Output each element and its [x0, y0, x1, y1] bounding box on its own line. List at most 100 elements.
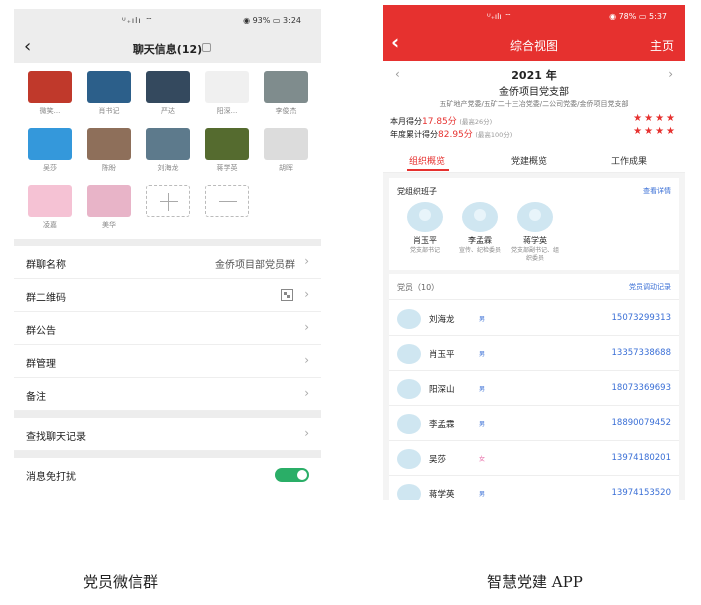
search-history-row[interactable]: 查找聊天记录 ›	[14, 418, 321, 451]
member-row[interactable]: 阳深山 男 18073369693	[389, 371, 679, 406]
month-score: 17.85分	[422, 117, 457, 127]
year-stars-icon: ★★★★	[633, 126, 677, 137]
year-score-row: 年度累计得分82.95分 (最高100分)	[390, 130, 513, 140]
member-item[interactable]: 李俊杰	[264, 71, 308, 116]
avatar	[397, 379, 421, 399]
phone-number[interactable]: 13974180201	[612, 453, 672, 463]
search-history-label: 查找聊天记录	[26, 432, 86, 443]
tab-work-results[interactable]: 工作成果	[611, 154, 647, 167]
member-row[interactable]: 吴莎 女 13974180201	[389, 441, 679, 476]
gender-badge: 男	[479, 386, 486, 393]
home-link[interactable]: 主页	[650, 37, 674, 54]
tab-bar: 组织概览 党建概览 工作成果	[383, 147, 685, 173]
remove-member-button[interactable]	[205, 185, 249, 217]
member-name: 蒋学英	[216, 164, 238, 172]
group-notice-row[interactable]: 群公告 ›	[14, 312, 321, 345]
transfer-records-link[interactable]: 党员调动记录	[629, 282, 671, 292]
member-item[interactable]: 微笑...	[28, 71, 72, 116]
member-row[interactable]: 蒋学英 男 13974153520	[389, 476, 679, 500]
avatar	[462, 202, 498, 232]
member-item[interactable]: 肖书记	[87, 71, 131, 116]
avatar	[146, 128, 190, 160]
party-app-screen: ᵁ₊ılı ⌔ ◉ 78% ▭ 5:37 ‹ 综合视图 主页 ‹ › 2021 …	[383, 5, 685, 500]
member-row[interactable]: 肖玉平 男 13357338688	[389, 336, 679, 371]
member-item[interactable]: 凌嘉	[28, 185, 72, 230]
gender-badge: 男	[479, 421, 486, 428]
avatar	[87, 71, 131, 103]
member-item[interactable]: 美华	[87, 185, 131, 230]
leader-card[interactable]: 蒋学英 党支部副书记、组织委员	[509, 202, 561, 263]
year-score: 82.95分	[438, 130, 473, 140]
gender-badge: 男	[479, 351, 486, 358]
member-name: 胡晖	[279, 164, 293, 172]
member-list-header: 党员（10） 党员调动记录	[389, 274, 679, 300]
score-summary: ‹ › 2021 年 金侨项目党支部 五矿地产党委/五矿二十三冶党委/二公司党委…	[383, 61, 685, 147]
phone-number[interactable]: 13974153520	[612, 488, 672, 498]
avatar	[205, 71, 249, 103]
member-name: 刘海龙	[429, 315, 455, 325]
member-item[interactable]: 吴莎	[28, 128, 72, 173]
party-member-list: 党员（10） 党员调动记录 刘海龙男 15073299313 肖玉平男 1335733…	[389, 274, 679, 500]
add-member-button[interactable]	[146, 185, 190, 217]
member-grid: 微笑... 肖书记 严达 阳深... 李俊杰吴莎 陈盼 刘海龙 蒋学英 胡晖凌嘉 美华	[14, 63, 321, 239]
group-name-row[interactable]: 群聊名称 金侨项目部党员群 ›	[14, 246, 321, 279]
member-name: 阳深...	[216, 107, 238, 115]
phone-number[interactable]: 18073369693	[612, 383, 672, 393]
member-item[interactable]: 刘海龙	[146, 128, 190, 173]
avatar	[264, 128, 308, 160]
month-stars-icon: ★★★★	[633, 113, 677, 124]
group-qr-label: 群二维码	[26, 293, 66, 304]
member-name: 吴莎	[43, 164, 57, 172]
member-row[interactable]: 刘海龙 男 15073299313	[389, 301, 679, 336]
mute-label: 消息免打扰	[26, 472, 76, 483]
battery-icon: ▭	[638, 12, 650, 21]
tab-org-overview[interactable]: 组织概览	[409, 154, 445, 167]
group-manage-label: 群管理	[26, 359, 56, 370]
battery-level: 78%	[618, 12, 637, 21]
active-tab-indicator	[407, 169, 449, 171]
member-name: 凌嘉	[43, 221, 57, 229]
leader-card[interactable]: 李孟霖 宣传、纪检委员	[454, 202, 506, 255]
member-name: 肖玉平	[429, 350, 455, 360]
member-row[interactable]: 李孟霖 男 18890079452	[389, 406, 679, 441]
divider	[14, 239, 321, 246]
member-item[interactable]: 严达	[146, 71, 190, 116]
chevron-right-icon: ›	[304, 254, 309, 268]
member-name: 肖书记	[98, 107, 120, 115]
member-name: 李孟霖	[429, 420, 455, 430]
avatar	[87, 185, 131, 217]
clock-time: 5:37	[649, 12, 667, 21]
chevron-right-icon: ›	[304, 287, 309, 301]
wechat-group-screen: ᵁ₊ılı ⌔ ◉ 93% ▭ 3:24 ‹ 聊天信息(12) 微笑... 肖书记…	[14, 9, 321, 489]
remark-label: 备注	[26, 392, 46, 403]
nav-bar: ‹ 聊天信息(12)	[14, 33, 321, 63]
remark-row[interactable]: 备注 ›	[14, 378, 321, 411]
member-item[interactable]: 阳深...	[205, 71, 249, 116]
group-name-value: 金侨项目部党员群	[215, 260, 295, 271]
mute-toggle[interactable]	[275, 468, 309, 482]
member-item[interactable]: 蒋学英	[205, 128, 249, 173]
member-item[interactable]: 胡晖	[264, 128, 308, 173]
gender-badge: 男	[479, 316, 486, 323]
committee-details-link[interactable]: 查看详情	[643, 186, 671, 196]
avatar	[205, 128, 249, 160]
status-bar: ᵁ₊ılı ⌔ ◉ 78% ▭ 5:37	[383, 5, 685, 27]
gender-badge: 男	[479, 491, 486, 498]
qr-code-icon	[281, 289, 293, 301]
chevron-right-icon: ›	[304, 320, 309, 334]
phone-number[interactable]: 13357338688	[612, 348, 672, 358]
member-name: 陈盼	[102, 164, 116, 172]
divider	[14, 451, 321, 458]
chevron-right-icon: ›	[304, 386, 309, 400]
leader-card[interactable]: 肖玉平 党支部书记	[399, 202, 451, 255]
group-qr-row[interactable]: 群二维码 ›	[14, 279, 321, 312]
signal-icon: ᵁ₊ılı ⌔	[487, 12, 512, 21]
member-item[interactable]: 陈盼	[87, 128, 131, 173]
page-title: 聊天信息(12)	[132, 43, 203, 56]
org-path: 五矿地产党委/五矿二十三冶党委/二公司党委/金侨项目党支部	[439, 100, 629, 108]
tab-party-overview[interactable]: 党建概览	[511, 154, 547, 167]
phone-number[interactable]: 18890079452	[612, 418, 672, 428]
group-manage-row[interactable]: 群管理 ›	[14, 345, 321, 378]
gender-badge: 女	[479, 456, 486, 463]
phone-number[interactable]: 15073299313	[612, 313, 672, 323]
